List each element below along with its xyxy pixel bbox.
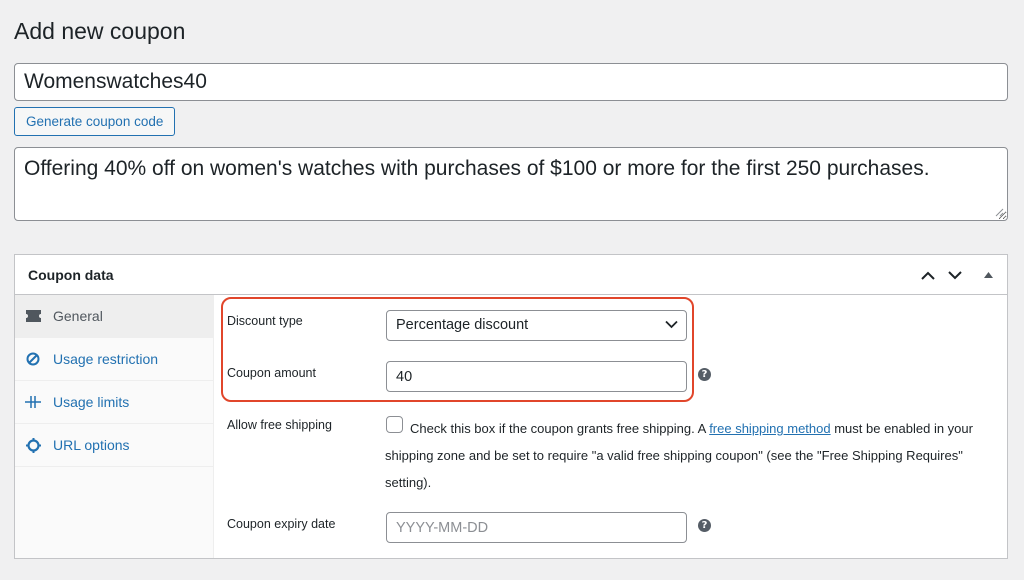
tab-usage-limits-label: Usage limits — [53, 394, 130, 410]
move-up-icon[interactable] — [918, 265, 938, 285]
tab-usage-restriction-label: Usage restriction — [53, 351, 159, 367]
generate-coupon-code-button[interactable]: Generate coupon code — [14, 107, 176, 136]
coupon-description-textarea[interactable]: Offering 40% off on women's watches with… — [14, 147, 1008, 221]
gear-icon — [25, 437, 41, 453]
free-shipping-description: Check this box if the coupon grants free… — [385, 415, 985, 496]
discount-type-value: Percentage discount — [396, 317, 529, 333]
collapse-toggle-icon[interactable] — [978, 265, 998, 285]
help-icon[interactable]: ? — [698, 368, 711, 381]
coupon-amount-input[interactable] — [386, 361, 687, 392]
coupon-amount-label: Coupon amount — [227, 366, 316, 380]
resize-grip-icon[interactable] — [995, 208, 1004, 217]
tab-usage-restriction[interactable]: Usage restriction — [15, 338, 213, 381]
move-down-icon[interactable] — [945, 265, 965, 285]
discount-type-select[interactable]: Percentage discount — [386, 310, 687, 341]
tab-usage-limits[interactable]: Usage limits — [15, 381, 213, 424]
prohibited-icon — [25, 351, 41, 367]
free-shipping-text-before: Check this box if the coupon grants free… — [410, 421, 710, 436]
tab-url-options[interactable]: URL options — [15, 424, 213, 467]
coupon-expiry-date-label: Coupon expiry date — [227, 517, 336, 531]
allow-free-shipping-checkbox[interactable] — [386, 416, 403, 433]
tab-general[interactable]: General — [15, 295, 213, 338]
help-icon[interactable]: ? — [698, 519, 711, 532]
ticket-icon — [25, 308, 41, 324]
coupon-expiry-date-input[interactable] — [386, 512, 687, 543]
tab-general-label: General — [53, 308, 103, 324]
tab-url-options-label: URL options — [53, 437, 130, 453]
coupon-data-panel: Coupon data General Usage restriction Us… — [14, 254, 1008, 559]
panel-header: Coupon data — [15, 255, 1007, 295]
free-shipping-method-link[interactable]: free shipping method — [709, 421, 830, 436]
panel-title: Coupon data — [28, 267, 114, 283]
chevron-down-icon — [665, 320, 678, 329]
limits-icon — [25, 394, 41, 410]
coupon-description-text: Offering 40% off on women's watches with… — [24, 157, 930, 180]
allow-free-shipping-label: Allow free shipping — [227, 418, 332, 432]
coupon-data-tabs: General Usage restriction Usage limits U… — [15, 295, 214, 558]
page-title: Add new coupon — [14, 18, 186, 44]
coupon-code-input[interactable] — [14, 63, 1008, 101]
discount-type-label: Discount type — [227, 314, 303, 328]
